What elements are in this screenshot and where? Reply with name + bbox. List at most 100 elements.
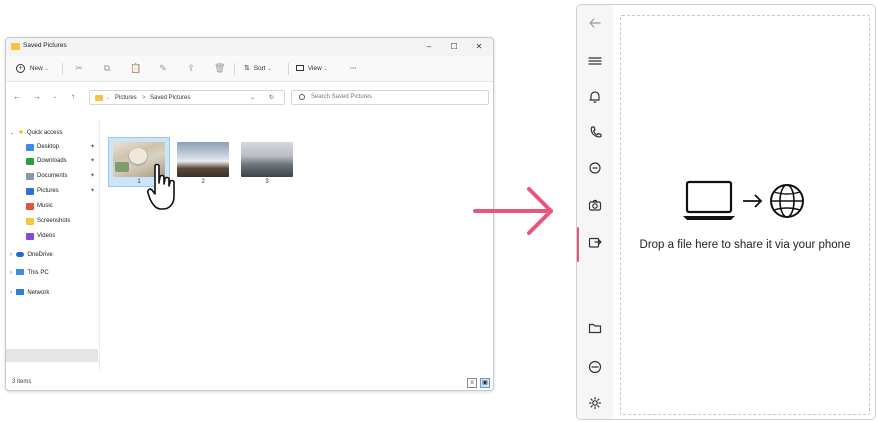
computer-icon bbox=[15, 269, 24, 276]
message-button[interactable] bbox=[585, 158, 605, 178]
toolbar-divider bbox=[62, 63, 63, 75]
folder-icon bbox=[11, 43, 20, 50]
share-icon[interactable]: ⇪ bbox=[186, 63, 196, 73]
nav-this-pc-label: This PC bbox=[27, 270, 49, 276]
cut-icon[interactable]: ✂ bbox=[74, 63, 84, 73]
new-label: New bbox=[29, 65, 43, 72]
folder-icon bbox=[588, 323, 602, 334]
chevron-down-icon: ⌄ bbox=[323, 66, 328, 72]
pin-icon: ✦ bbox=[90, 173, 96, 179]
file-thumbnail bbox=[241, 142, 293, 177]
recent-locations-icon[interactable]: ⌄ bbox=[50, 91, 60, 103]
window-title: Saved Pictures bbox=[23, 42, 67, 49]
new-button[interactable]: + New ⌄ bbox=[16, 62, 49, 76]
share-button[interactable] bbox=[585, 232, 605, 252]
up-icon[interactable]: ↑ bbox=[68, 91, 78, 103]
pin-icon: ✦ bbox=[90, 188, 96, 194]
forward-icon[interactable]: → bbox=[32, 91, 42, 103]
command-bar: + New ⌄ ✂ ⧉ 📋 ✎ ⇪ 🗑 ⇅ Sort ⌄ View ⌄ ··· bbox=[6, 56, 493, 82]
nav-item-label: Desktop bbox=[37, 144, 60, 150]
minimize-button[interactable]: – bbox=[417, 40, 441, 53]
chevron-down-icon[interactable]: ⌄ bbox=[250, 93, 255, 103]
nav-item-label: Music bbox=[37, 203, 53, 209]
menu-icon bbox=[588, 57, 602, 65]
more-options-button[interactable]: ··· bbox=[350, 62, 357, 76]
delete-icon[interactable]: 🗑 bbox=[214, 63, 225, 73]
arrow-right-icon bbox=[473, 187, 553, 235]
folder-icon bbox=[26, 218, 34, 225]
thumbnail-view-icon[interactable]: ▣ bbox=[480, 378, 490, 388]
laptop-to-globe-icon bbox=[683, 180, 804, 220]
nav-item-label: Pictures bbox=[37, 188, 59, 194]
search-placeholder: Search Saved Pictures bbox=[311, 94, 373, 100]
copy-icon[interactable]: ⧉ bbox=[102, 63, 112, 73]
title-bar: Saved Pictures – ☐ ✕ bbox=[6, 38, 493, 56]
view-button[interactable]: View ⌄ bbox=[296, 62, 328, 76]
back-icon[interactable]: ← bbox=[12, 91, 22, 103]
sort-label: Sort bbox=[253, 65, 266, 72]
active-indicator bbox=[577, 227, 579, 262]
nav-item-label: Documents bbox=[37, 173, 68, 179]
address-bar[interactable]: ⌄ Pictures > Saved Pictures ⌄ ↻ bbox=[89, 90, 285, 105]
documents-icon bbox=[26, 173, 34, 180]
nav-quick-access[interactable]: ⌄ ★ Quick access bbox=[10, 126, 63, 139]
camera-icon bbox=[588, 199, 602, 211]
back-arrow-button[interactable] bbox=[585, 13, 605, 33]
sort-button[interactable]: ⇅ Sort ⌄ bbox=[244, 62, 272, 76]
bell-button[interactable] bbox=[585, 87, 605, 107]
rename-icon[interactable]: ✎ bbox=[158, 63, 168, 73]
folder-button[interactable] bbox=[585, 318, 605, 338]
minus-circle-icon bbox=[588, 360, 602, 374]
nav-item-screenshots[interactable]: Screenshots bbox=[26, 215, 70, 228]
menu-button[interactable] bbox=[585, 51, 605, 71]
close-button[interactable]: ✕ bbox=[467, 40, 491, 53]
pin-icon: ✦ bbox=[90, 158, 96, 164]
nav-this-pc[interactable]: › This PC bbox=[10, 267, 49, 280]
breadcrumb-saved-pictures[interactable]: Saved Pictures bbox=[150, 93, 190, 103]
drop-zone[interactable]: Drop a file here to share it via your ph… bbox=[620, 15, 870, 415]
paste-icon[interactable]: 📋 bbox=[130, 63, 141, 73]
address-row: ← → ⌄ ↑ ⌄ Pictures > Saved Pictures ⌄ ↻ … bbox=[6, 86, 493, 108]
nav-item-pictures[interactable]: Pictures ✦ bbox=[26, 185, 98, 198]
nav-item-videos[interactable]: Videos bbox=[26, 230, 55, 243]
file-thumbnail bbox=[177, 142, 229, 177]
chevron-right-icon: › bbox=[10, 270, 12, 276]
share-icon bbox=[588, 237, 602, 248]
refresh-icon[interactable]: ↻ bbox=[269, 93, 274, 103]
item-count: 3 items bbox=[12, 379, 32, 385]
plus-circle-icon: + bbox=[16, 63, 25, 73]
chevron-right-icon: › bbox=[10, 252, 12, 258]
drop-instruction: Drop a file here to share it via your ph… bbox=[639, 239, 851, 251]
toolbar-divider bbox=[288, 63, 289, 75]
maximize-button[interactable]: ☐ bbox=[442, 40, 466, 53]
view-label: View bbox=[307, 65, 322, 72]
network-icon bbox=[15, 289, 24, 296]
search-input[interactable]: Search Saved Pictures bbox=[291, 90, 489, 105]
nav-item-desktop[interactable]: Desktop ✦ bbox=[26, 141, 98, 154]
breadcrumb-pictures[interactable]: Pictures bbox=[115, 93, 137, 103]
phone-icon bbox=[590, 126, 602, 138]
details-view-icon[interactable]: ≡ bbox=[467, 378, 477, 388]
file-name: 2 bbox=[201, 179, 205, 185]
folder-icon bbox=[95, 95, 103, 101]
search-icon bbox=[299, 94, 305, 100]
nav-item-label: Downloads bbox=[37, 158, 67, 164]
address-dropdown-icon[interactable]: ⌄ bbox=[106, 93, 110, 103]
nav-item-label: Screenshots bbox=[37, 218, 71, 224]
phone-button[interactable] bbox=[585, 122, 605, 142]
nav-onedrive[interactable]: › OneDrive bbox=[10, 249, 53, 262]
chevron-right-icon: › bbox=[10, 290, 12, 296]
settings-button[interactable] bbox=[585, 393, 605, 413]
message-icon bbox=[589, 162, 601, 174]
nav-item-music[interactable]: Music bbox=[26, 200, 53, 213]
nav-network[interactable]: › Network bbox=[10, 287, 49, 300]
chevron-down-icon: ⌄ bbox=[44, 66, 49, 72]
bell-icon bbox=[589, 91, 600, 103]
camera-button[interactable] bbox=[585, 195, 605, 215]
minus-circle-button[interactable] bbox=[585, 357, 605, 377]
nav-item-downloads[interactable]: Downloads ✦ bbox=[26, 155, 98, 168]
settings-icon bbox=[588, 396, 602, 410]
chevron-down-icon: ⌄ bbox=[267, 66, 272, 72]
nav-item-documents[interactable]: Documents ✦ bbox=[26, 170, 98, 183]
file-name: 3 bbox=[265, 179, 269, 185]
